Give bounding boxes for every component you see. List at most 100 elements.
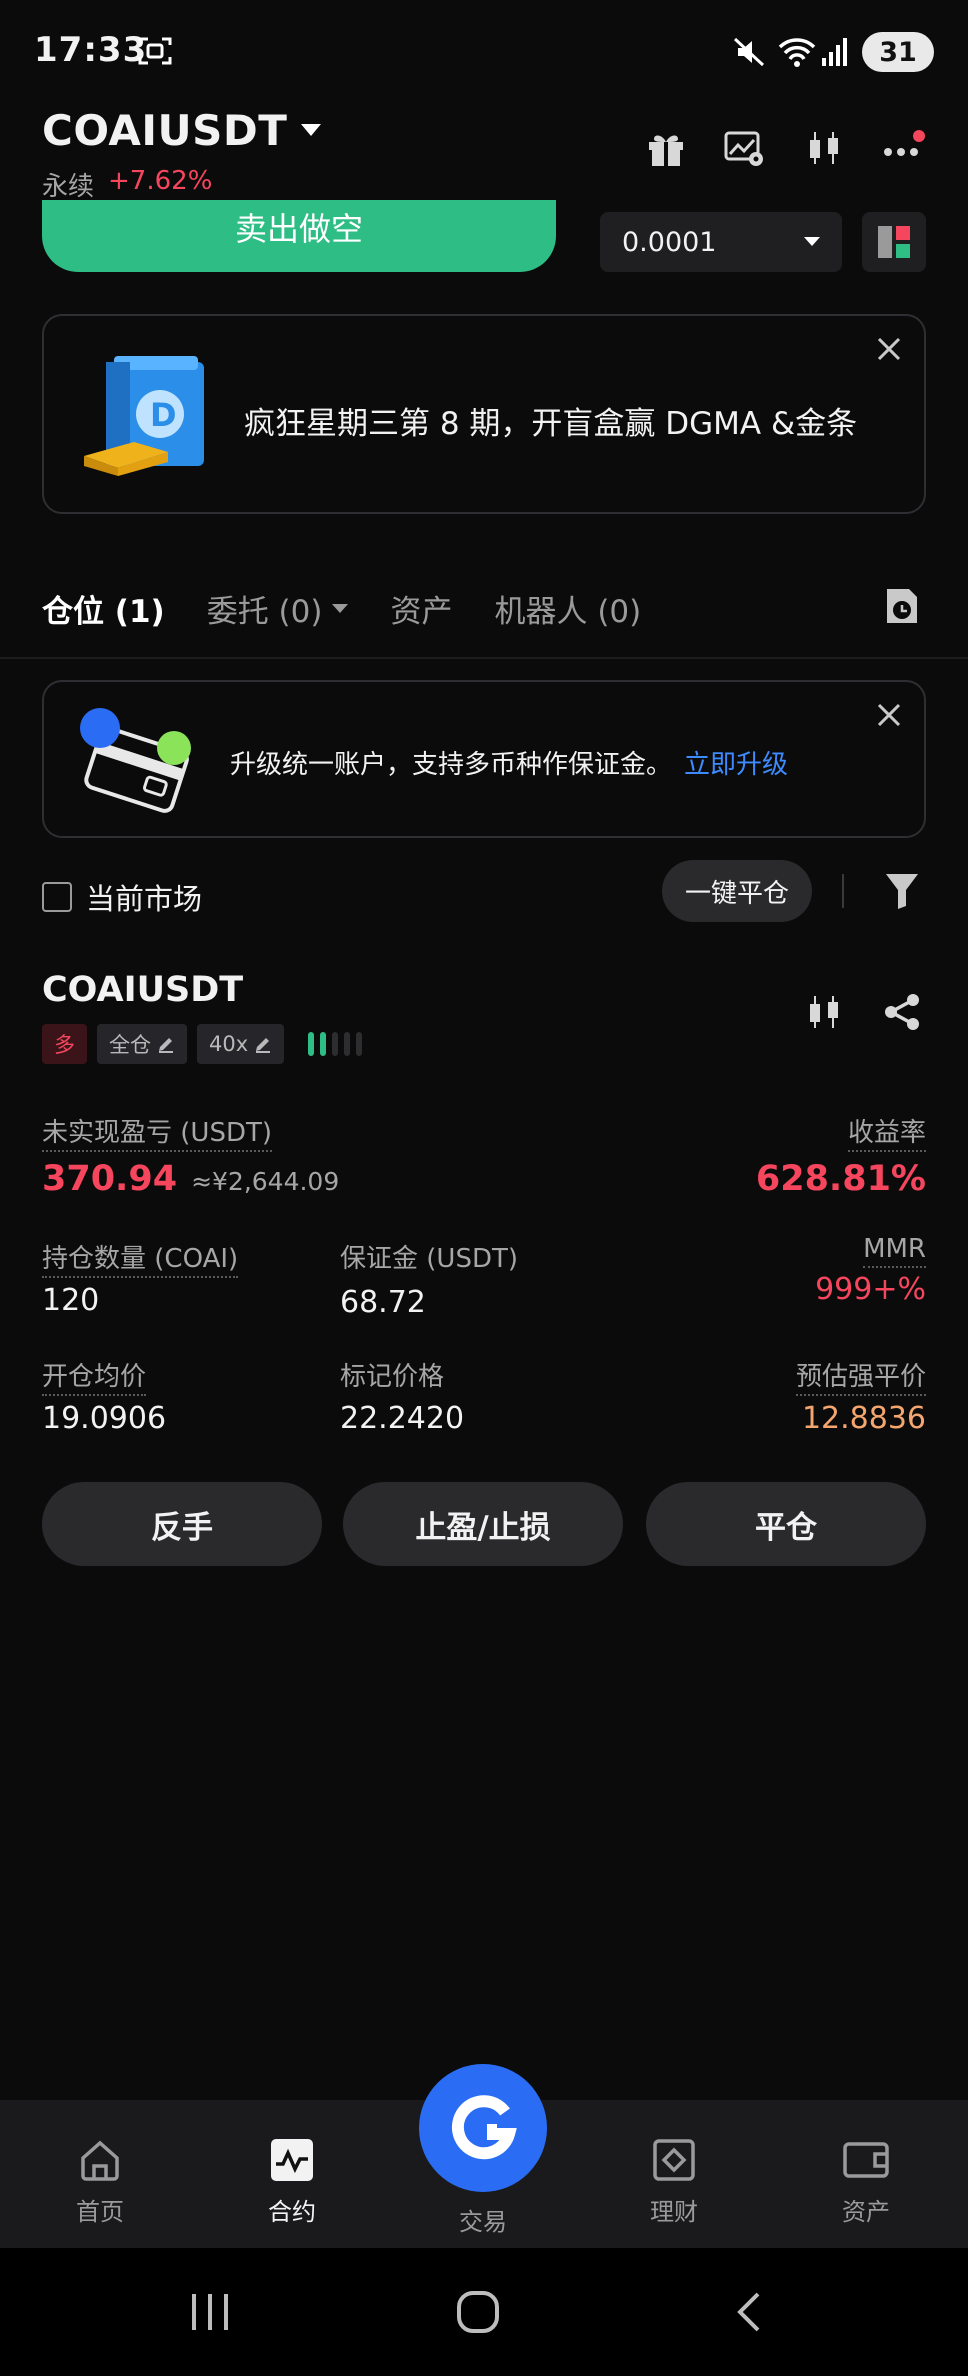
nav-assets-label: 资产 xyxy=(842,2198,890,2226)
mmr-block: MMR 999+% xyxy=(815,1234,926,1307)
caret-down-icon xyxy=(804,237,820,247)
nav-earn[interactable]: 理财 xyxy=(614,2138,734,2227)
entry-price-block: 开仓均价 19.0906 xyxy=(42,1356,166,1436)
current-market-checkbox[interactable] xyxy=(42,882,72,912)
caret-down-icon xyxy=(332,603,349,613)
more-icon[interactable] xyxy=(882,128,925,168)
position-symbol[interactable]: COAIUSDT xyxy=(42,970,243,1010)
screenshot-icon xyxy=(138,36,172,66)
position-badges: 多 全仓 40x xyxy=(42,1024,363,1064)
quantity-step-select[interactable]: 0.0001 xyxy=(600,212,842,272)
size-label[interactable]: 持仓数量 (COAI) xyxy=(42,1244,239,1278)
status-time: 17:33 xyxy=(34,30,148,70)
close-position-button[interactable]: 平仓 xyxy=(646,1482,926,1566)
margin-mode-badge[interactable]: 全仓 xyxy=(97,1024,187,1064)
mark-price-label: 标记价格 xyxy=(340,1362,445,1392)
gift-icon[interactable] xyxy=(646,128,686,168)
mark-price-value: 22.2420 xyxy=(340,1401,465,1436)
pair-title: COAIUSDT xyxy=(42,106,288,155)
nav-assets[interactable]: 资产 xyxy=(806,2138,926,2227)
wallet-icon xyxy=(70,702,200,822)
orderbook-layout-button[interactable] xyxy=(862,212,926,272)
sell-short-button[interactable]: 卖出做空 xyxy=(42,200,556,272)
candlestick-icon[interactable] xyxy=(804,992,844,1032)
trade-fab[interactable] xyxy=(419,2064,547,2192)
signal-icon xyxy=(820,36,850,68)
tab-bots[interactable]: 机器人 (0) xyxy=(494,586,641,631)
pair-selector[interactable]: COAIUSDT xyxy=(42,106,322,155)
nav-futures-label: 合约 xyxy=(268,2198,316,2226)
mark-price-block: 标记价格 22.2420 xyxy=(340,1356,464,1436)
close-icon[interactable] xyxy=(876,702,902,728)
mute-icon xyxy=(732,36,766,68)
side-badge: 多 xyxy=(42,1024,87,1064)
roe-block: 收益率 628.81% xyxy=(756,1112,926,1199)
nav-home[interactable]: 首页 xyxy=(40,2138,160,2227)
edit-icon xyxy=(256,1038,271,1053)
filter-icon[interactable] xyxy=(884,872,920,910)
share-icon[interactable] xyxy=(882,992,922,1032)
recent-apps-icon[interactable] xyxy=(188,2292,232,2332)
caret-down-icon xyxy=(301,123,322,138)
leverage-badge[interactable]: 40x xyxy=(197,1024,285,1064)
margin-value: 68.72 xyxy=(340,1285,426,1320)
liq-price-label[interactable]: 预估强平价 xyxy=(795,1362,926,1396)
upgrade-now-link[interactable]: 立即升级 xyxy=(684,750,788,780)
tab-assets[interactable]: 资产 xyxy=(390,586,452,631)
chart-settings-icon[interactable] xyxy=(724,128,764,168)
entry-price-label[interactable]: 开仓均价 xyxy=(42,1362,147,1396)
wifi-icon xyxy=(778,36,816,68)
upgrade-account-banner[interactable]: 升级统一账户，支持多币种作保证金。 立即升级 xyxy=(42,680,926,838)
unrealized-pnl-label[interactable]: 未实现盈亏 (USDT) xyxy=(42,1118,272,1152)
home-icon xyxy=(81,2140,119,2181)
promo-banner[interactable]: D 疯狂星期三第 8 期，开盲盒赢 DGMA &金条 xyxy=(42,314,926,514)
unrealized-pnl-block: 未实现盈亏 (USDT) 370.94 ≈¥2,644.09 xyxy=(42,1112,339,1199)
candlestick-icon[interactable] xyxy=(804,128,844,168)
size-value: 120 xyxy=(42,1283,100,1318)
margin-label: 保证金 (USDT) xyxy=(340,1244,518,1274)
back-icon[interactable] xyxy=(732,2290,764,2334)
roe-value: 628.81% xyxy=(755,1159,926,1199)
position-tabs: 仓位 (1) 委托 (0) 资产 机器人 (0) xyxy=(42,586,641,631)
leverage-label: 40x xyxy=(209,1032,249,1056)
reverse-button[interactable]: 反手 xyxy=(42,1482,322,1566)
mmr-label[interactable]: MMR xyxy=(863,1234,926,1268)
price-change: +7.62% xyxy=(108,166,213,196)
nav-home-label: 首页 xyxy=(76,2198,124,2226)
promo-text: 疯狂星期三第 8 期，开盲盒赢 DGMA &金条 xyxy=(244,406,858,442)
nav-futures[interactable]: 合约 xyxy=(232,2138,352,2227)
history-icon[interactable] xyxy=(884,586,920,626)
tab-orders[interactable]: 委托 (0) xyxy=(207,586,349,631)
liq-price-value: 12.8836 xyxy=(801,1401,926,1436)
mmr-value: 999+% xyxy=(815,1272,926,1307)
entry-price-value: 19.0906 xyxy=(42,1401,167,1436)
divider xyxy=(842,874,844,908)
liq-price-block: 预估强平价 12.8836 xyxy=(795,1356,926,1436)
wallet-icon xyxy=(843,2142,889,2178)
trade-logo-icon xyxy=(451,2095,517,2160)
tp-sl-button[interactable]: 止盈/止损 xyxy=(343,1482,623,1566)
close-icon[interactable] xyxy=(876,336,902,362)
quantity-step-value: 0.0001 xyxy=(622,226,717,258)
earn-icon xyxy=(653,2139,695,2181)
risk-level-indicator xyxy=(308,1032,363,1056)
home-button-icon[interactable] xyxy=(456,2290,500,2334)
contract-type: 永续 xyxy=(42,172,95,202)
current-market-label: 当前市场 xyxy=(86,882,203,916)
margin-mode-label: 全仓 xyxy=(109,1033,151,1057)
mystery-box-icon: D xyxy=(84,356,224,480)
close-all-button[interactable]: 一键平仓 xyxy=(662,860,812,922)
unrealized-pnl-cny: ≈¥2,644.09 xyxy=(191,1167,340,1196)
pair-subtitle: 永续 +7.62% xyxy=(42,166,212,203)
svg-text:D: D xyxy=(150,396,177,434)
upgrade-text: 升级统一账户，支持多币种作保证金。 立即升级 xyxy=(230,744,788,781)
futures-icon xyxy=(271,2139,313,2181)
tab-orders-label: 委托 (0) xyxy=(206,594,323,630)
tab-positions[interactable]: 仓位 (1) xyxy=(42,586,165,631)
battery-indicator: 31 xyxy=(862,32,934,72)
unrealized-pnl-value: 370.94 xyxy=(42,1159,178,1199)
current-market-toggle[interactable]: 当前市场 xyxy=(42,876,202,918)
nav-earn-label: 理财 xyxy=(650,2198,698,2226)
roe-label[interactable]: 收益率 xyxy=(847,1118,926,1152)
nav-trade-label[interactable]: 交易 xyxy=(419,2202,547,2237)
